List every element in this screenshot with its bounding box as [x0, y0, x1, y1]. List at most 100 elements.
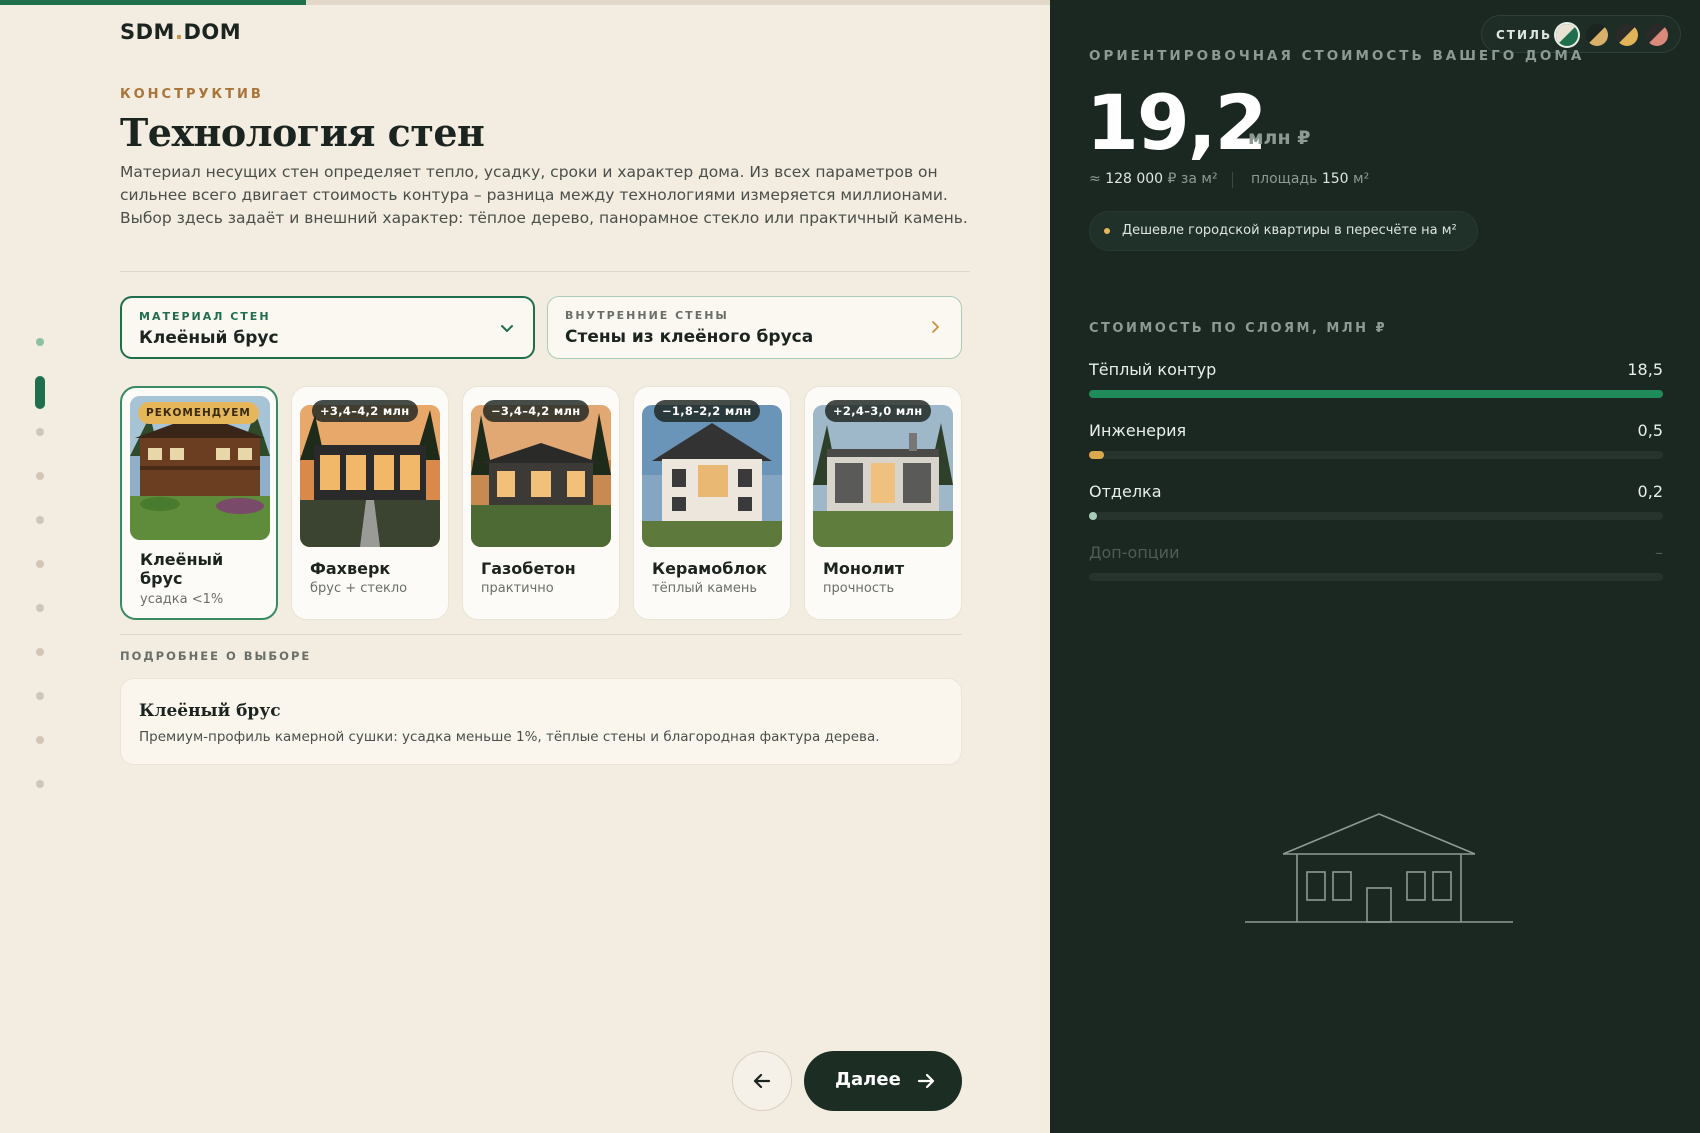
price-delta-badge: −1,8–2,2 млн — [654, 400, 760, 422]
option-card-aerated-concrete[interactable]: −3,4–4,2 млн Газобетон практично — [462, 386, 620, 620]
area-suffix: м² — [1353, 171, 1370, 187]
layer-value: 0,2 — [1637, 482, 1663, 501]
house-area: площадь 150 м² — [1251, 171, 1369, 187]
cost-layer-row: Доп-опции – — [1089, 543, 1663, 593]
style-swatch-sand[interactable] — [1586, 24, 1608, 46]
recommended-badge: РЕКОМЕНДУЕМ — [138, 402, 259, 424]
step-dot[interactable] — [36, 648, 44, 656]
layer-bar-track — [1089, 390, 1663, 398]
divider — [120, 634, 962, 635]
layer-value: 18,5 — [1627, 360, 1663, 379]
layer-value: 0,5 — [1637, 421, 1663, 440]
option-subtitle: прочность — [823, 581, 895, 596]
option-name: Монолит — [823, 559, 905, 578]
area-prefix: площадь — [1251, 171, 1318, 187]
next-button-label: Далее — [835, 1069, 901, 1090]
estimate-label: ОРИЕНТИРОВОЧНАЯ СТОИМОСТЬ ВАШЕГО ДОМА — [1089, 48, 1585, 64]
select-value: Стены из клеёного бруса — [565, 327, 814, 347]
layer-bar-track — [1089, 573, 1663, 581]
layer-bar-fill — [1089, 390, 1663, 398]
inner-walls-link[interactable]: ВНУТРЕННИЕ СТЕНЫ Стены из клеёного бруса — [547, 296, 962, 359]
step-dot[interactable] — [36, 560, 44, 568]
style-swatch-terracotta[interactable] — [1646, 24, 1668, 46]
chevron-right-icon — [932, 321, 939, 333]
area-value: 150 — [1321, 171, 1349, 187]
cost-layer-row: Тёплый контур 18,5 — [1089, 360, 1663, 410]
layer-name: Тёплый контур — [1089, 360, 1217, 379]
house-outline-icon — [1245, 813, 1513, 923]
progress-fill — [0, 0, 306, 5]
price-delta-badge: +3,4–4,2 млн — [312, 400, 418, 422]
select-label: ВНУТРЕННИЕ СТЕНЫ — [565, 309, 729, 322]
layer-name: Доп-опции — [1089, 543, 1180, 562]
layer-value: – — [1655, 543, 1663, 562]
cost-layer-row: Инженерия 0,5 — [1089, 421, 1663, 471]
step-dot[interactable] — [36, 736, 44, 744]
option-subtitle: брус + стекло — [310, 581, 408, 596]
option-card-glulam[interactable]: РЕКОМЕНДУЕМ Клеёный брус усадка <1% — [120, 386, 278, 620]
cost-summary-panel: СТИЛЬ ОРИЕНТИРОВОЧНАЯ СТОИМОСТЬ ВАШЕГО Д… — [1050, 0, 1700, 1133]
step-dot[interactable] — [36, 516, 44, 524]
arrow-right-icon — [917, 1073, 935, 1089]
option-name: Фахверк — [310, 559, 391, 578]
divider — [120, 271, 970, 272]
total-price: 19,2 — [1086, 78, 1268, 167]
layers-label: СТОИМОСТЬ ПО СЛОЯМ, МЛН ₽ — [1089, 321, 1388, 336]
option-subtitle: практично — [481, 581, 554, 596]
option-name: Керамоблок — [652, 559, 767, 578]
layer-bar-track — [1089, 512, 1663, 520]
price-delta-badge: +2,4–3,0 млн — [825, 400, 931, 422]
house-photo — [300, 405, 440, 547]
style-swatch-gold[interactable] — [1616, 24, 1638, 46]
select-value: Клеёный брус — [139, 328, 279, 348]
divider — [1232, 172, 1233, 188]
layer-bar-track — [1089, 451, 1663, 459]
section-description: Материал несущих стен определяет тепло, … — [120, 163, 968, 227]
style-swatch-green[interactable] — [1556, 24, 1578, 46]
logo-text-1: SDM — [120, 20, 175, 44]
option-subtitle: тёплый камень — [652, 581, 758, 596]
per-sqm-value: 128 000 — [1105, 171, 1164, 187]
step-dot[interactable] — [36, 338, 44, 346]
detail-title: Клеёный брус — [139, 701, 281, 721]
more-info-label: ПОДРОБНЕЕ О ВЫБОРЕ — [120, 649, 312, 663]
cost-layer-row: Отделка 0,2 — [1089, 482, 1663, 532]
layer-name: Инженерия — [1089, 421, 1187, 440]
price-delta-badge: −3,4–4,2 млн — [483, 400, 589, 422]
option-card-monolith[interactable]: +2,4–3,0 млн Монолит прочность — [804, 386, 962, 620]
house-photo — [813, 405, 953, 547]
note-text: Дешевле городской квартиры в пересчёте н… — [1122, 223, 1457, 238]
step-dot[interactable] — [36, 428, 44, 436]
option-card-fachwerk[interactable]: +3,4–4,2 млн Фахверк брус + стекло — [291, 386, 449, 620]
step-dot[interactable] — [36, 472, 44, 480]
step-dot[interactable] — [36, 604, 44, 612]
price-unit: млн ₽ — [1248, 127, 1311, 149]
page-title: Технология стен — [120, 110, 485, 155]
house-photo — [642, 405, 782, 547]
house-photo — [471, 405, 611, 547]
price-per-sqm: ≈ 128 000 ₽ за м² — [1089, 171, 1218, 187]
brand-logo[interactable]: SDM.DOM — [120, 20, 241, 44]
layer-bar-fill — [1089, 451, 1105, 459]
chevron-down-icon — [501, 325, 513, 332]
next-button[interactable]: Далее — [804, 1051, 962, 1111]
back-button[interactable] — [732, 1051, 792, 1111]
style-label: СТИЛЬ — [1496, 28, 1553, 42]
comparison-note: Дешевле городской квартиры в пересчёте н… — [1089, 211, 1478, 251]
option-name: Газобетон — [481, 559, 576, 578]
per-sqm-suffix: ₽ за м² — [1167, 171, 1218, 187]
configurator-panel: SDM.DOM КОНСТРУКТИВ Технология стен Мате… — [0, 0, 1050, 1133]
step-dot[interactable] — [36, 692, 44, 700]
step-dot[interactable] — [36, 780, 44, 788]
option-subtitle: усадка <1% — [140, 592, 224, 607]
step-dot[interactable] — [35, 376, 45, 409]
option-name: Клеёный брус — [140, 550, 224, 588]
wall-material-select[interactable]: МАТЕРИАЛ СТЕН Клеёный брус — [120, 296, 535, 359]
layer-bar-fill — [1089, 512, 1097, 520]
logo-text-2: DOM — [183, 20, 242, 44]
option-detail-card: Клеёный брус Премиум-профиль камерной су… — [120, 678, 962, 765]
option-card-ceramic-block[interactable]: −1,8–2,2 млн Керамоблок тёплый камень — [633, 386, 791, 620]
detail-text: Премиум-профиль камерной сушки: усадка м… — [139, 729, 880, 745]
per-sqm-prefix: ≈ — [1089, 171, 1101, 187]
bullet-dot — [1104, 228, 1110, 234]
